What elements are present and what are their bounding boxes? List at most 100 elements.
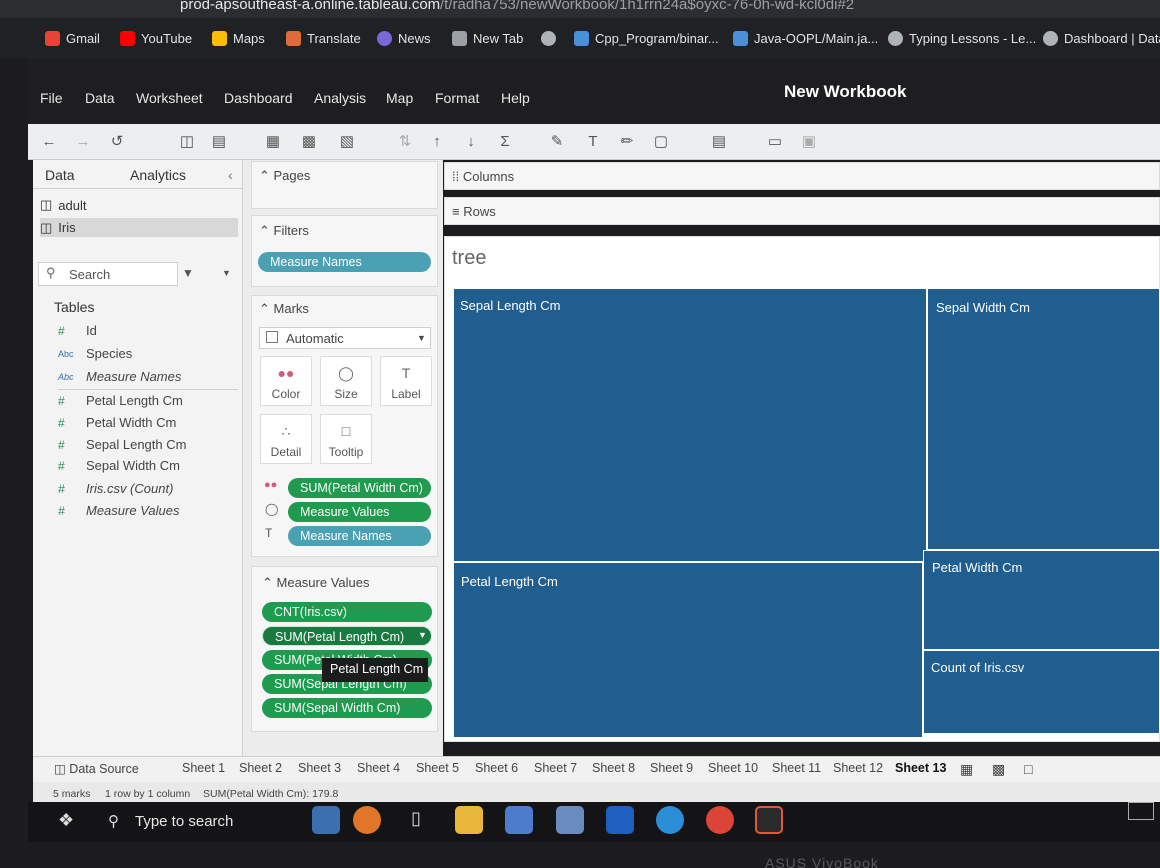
mark-pill-measure-values[interactable]: Measure Values bbox=[288, 502, 431, 522]
menu-dashboard[interactable]: Dashboard bbox=[224, 90, 293, 106]
measure-pill-cnt[interactable]: CNT(Iris.csv) bbox=[262, 602, 432, 622]
chrome-icon[interactable] bbox=[706, 806, 734, 834]
field-measure-values[interactable]: # Measure Values bbox=[58, 503, 179, 518]
mark-color-button[interactable]: ●● Color bbox=[260, 356, 312, 406]
bookmark-dashboard[interactable]: Dashboard | Data bbox=[1043, 28, 1160, 48]
mark-label-button[interactable]: T Label bbox=[380, 356, 432, 406]
tab-sheet-6[interactable]: Sheet 6 bbox=[475, 761, 518, 775]
presentation-icon[interactable]: ▭ bbox=[764, 130, 786, 152]
menu-worksheet[interactable]: Worksheet bbox=[136, 90, 203, 106]
mark-detail-button[interactable]: ∴ Detail bbox=[260, 414, 312, 464]
columns-shelf[interactable] bbox=[444, 162, 1160, 190]
pause-updates-icon[interactable]: ▤ bbox=[208, 130, 230, 152]
bookmark-cpp-program[interactable]: Cpp_Program/binar... bbox=[574, 28, 719, 48]
collapse-icon[interactable]: ‹ bbox=[228, 167, 233, 183]
fit-icon[interactable]: ▢ bbox=[650, 130, 672, 152]
edge-icon[interactable] bbox=[656, 806, 684, 834]
menu-analysis[interactable]: Analysis bbox=[314, 90, 366, 106]
new-datasource-icon[interactable]: ◫ bbox=[176, 130, 198, 152]
menu-data[interactable]: Data bbox=[85, 90, 115, 106]
bookmark-youtube[interactable]: YouTube bbox=[120, 28, 192, 48]
tab-sheet-5[interactable]: Sheet 5 bbox=[416, 761, 459, 775]
swap-icon[interactable]: ⇅ bbox=[394, 130, 416, 152]
highlight-icon[interactable]: ✎ bbox=[546, 130, 568, 152]
taskbar-search[interactable]: Type to search bbox=[135, 813, 233, 830]
mark-pill-measure-names[interactable]: Measure Names bbox=[288, 526, 431, 546]
treemap-cell-sepal-length[interactable] bbox=[453, 288, 927, 562]
address-bar[interactable]: prod-apsoutheast-a.online.tableau.com /t… bbox=[0, 0, 1160, 18]
mail-icon[interactable] bbox=[556, 806, 584, 834]
tab-sheet-7[interactable]: Sheet 7 bbox=[534, 761, 577, 775]
undo-icon[interactable]: ← bbox=[38, 130, 60, 152]
field-petal-length[interactable]: # Petal Length Cm bbox=[58, 393, 183, 408]
filter-pill-measure-names[interactable]: Measure Names bbox=[258, 252, 431, 272]
tab-sheet-12[interactable]: Sheet 12 bbox=[833, 761, 883, 775]
field-sepal-length[interactable]: # Sepal Length Cm bbox=[58, 437, 186, 452]
new-worksheet-icon[interactable]: ▦ bbox=[262, 130, 284, 152]
tab-sheet-2[interactable]: Sheet 2 bbox=[239, 761, 282, 775]
measure-pill-sum-petal-length[interactable]: SUM(Petal Length Cm) bbox=[262, 626, 432, 646]
mark-type-select[interactable]: Automatic bbox=[259, 327, 431, 349]
sort-descending-icon[interactable]: ↓ bbox=[460, 130, 482, 152]
menu-help[interactable]: Help bbox=[501, 90, 530, 106]
rows-shelf[interactable] bbox=[444, 197, 1160, 225]
replay-icon[interactable]: ↺ bbox=[106, 130, 128, 152]
field-measure-names[interactable]: Abc Measure Names bbox=[58, 369, 181, 384]
sort-ascending-icon[interactable]: ↑ bbox=[426, 130, 448, 152]
bookmark-gmail[interactable]: Gmail bbox=[45, 28, 100, 48]
notification-icon[interactable] bbox=[1128, 802, 1154, 820]
redo-icon[interactable]: → bbox=[72, 130, 94, 152]
editor-icon[interactable] bbox=[606, 806, 634, 834]
store-icon[interactable] bbox=[505, 806, 533, 834]
widget-icon[interactable] bbox=[312, 806, 340, 834]
treemap-cell-sepal-width[interactable] bbox=[927, 288, 1160, 550]
bookmark-new-tab[interactable]: New Tab bbox=[452, 28, 523, 48]
filter-icon[interactable]: ▼ bbox=[182, 266, 194, 280]
duplicate-sheet-icon[interactable]: ▩ bbox=[298, 130, 320, 152]
field-sepal-width[interactable]: # Sepal Width Cm bbox=[58, 458, 180, 473]
new-story-icon[interactable]: □ bbox=[1024, 761, 1032, 777]
bookmark-maps[interactable]: Maps bbox=[212, 28, 265, 48]
tab-sheet-8[interactable]: Sheet 8 bbox=[592, 761, 635, 775]
bookmark-java-oopl[interactable]: Java-OOPL/Main.ja... bbox=[733, 28, 878, 48]
java-icon[interactable] bbox=[755, 806, 783, 834]
measure-pill-sum-sepal-width[interactable]: SUM(Sepal Width Cm) bbox=[262, 698, 432, 718]
show-me-icon[interactable]: ▤ bbox=[708, 130, 730, 152]
basketball-icon[interactable] bbox=[353, 806, 381, 834]
field-id[interactable]: # Id bbox=[58, 323, 97, 338]
task-view-icon[interactable]: ▯ bbox=[402, 806, 430, 834]
share-icon[interactable]: ▣ bbox=[798, 130, 820, 152]
tab-data[interactable]: Data bbox=[45, 167, 75, 183]
tab-sheet-1[interactable]: Sheet 1 bbox=[182, 761, 225, 775]
tab-sheet-3[interactable]: Sheet 3 bbox=[298, 761, 341, 775]
new-dashboard-icon[interactable]: ▩ bbox=[992, 761, 1005, 778]
file-explorer-icon[interactable] bbox=[455, 806, 483, 834]
totals-icon[interactable]: Σ bbox=[494, 130, 516, 152]
tab-analytics[interactable]: Analytics bbox=[130, 167, 186, 183]
tab-sheet-10[interactable]: Sheet 10 bbox=[708, 761, 758, 775]
chevron-down-icon[interactable]: ▼ bbox=[417, 333, 426, 343]
new-worksheet-icon[interactable]: ▦ bbox=[960, 761, 973, 778]
bookmark-translate[interactable]: Translate bbox=[286, 28, 361, 48]
annotate-icon[interactable]: ✏ bbox=[616, 130, 638, 152]
tab-sheet-13[interactable]: Sheet 13 bbox=[895, 761, 946, 775]
bookmark-globe[interactable] bbox=[541, 28, 556, 48]
menu-format[interactable]: Format bbox=[435, 90, 479, 106]
tab-sheet-4[interactable]: Sheet 4 bbox=[357, 761, 400, 775]
menu-file[interactable]: File bbox=[40, 90, 63, 106]
tab-sheet-9[interactable]: Sheet 9 bbox=[650, 761, 693, 775]
labels-icon[interactable]: T bbox=[582, 130, 604, 152]
bookmark-typing-lessons[interactable]: Typing Lessons - Le... bbox=[888, 28, 1036, 48]
bookmark-news[interactable]: News bbox=[377, 28, 431, 48]
field-petal-width[interactable]: # Petal Width Cm bbox=[58, 415, 176, 430]
datasource-iris[interactable]: ◫ Iris bbox=[40, 218, 238, 237]
field-iris-count[interactable]: # Iris.csv (Count) bbox=[58, 481, 173, 496]
windows-start-icon[interactable]: ❖ bbox=[58, 810, 74, 831]
chevron-down-icon[interactable]: ▼ bbox=[222, 268, 231, 278]
tab-sheet-11[interactable]: Sheet 11 bbox=[772, 761, 821, 775]
mark-tooltip-button[interactable]: □ Tooltip bbox=[320, 414, 372, 464]
mark-size-button[interactable]: ◯ Size bbox=[320, 356, 372, 406]
tab-data-source[interactable]: ◫ Data Source bbox=[54, 761, 139, 776]
search-input[interactable]: Search bbox=[38, 262, 178, 286]
menu-map[interactable]: Map bbox=[386, 90, 413, 106]
